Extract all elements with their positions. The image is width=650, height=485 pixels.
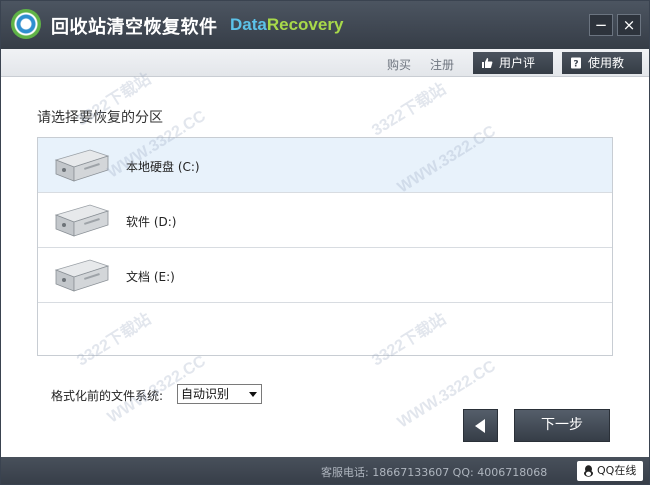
app-title: 回收站清空恢复软件 bbox=[51, 17, 218, 38]
partition-label: 文档 (E:) bbox=[126, 270, 175, 284]
contact-info: 客服电话: 18667133607 QQ: 4006718068 bbox=[321, 466, 548, 479]
watermark: 3322下载站 bbox=[369, 80, 450, 140]
partition-label: 本地硬盘 (C:) bbox=[126, 160, 200, 174]
partition-label: 软件 (D:) bbox=[126, 215, 177, 229]
register-link[interactable]: 注册 bbox=[430, 56, 454, 73]
next-button[interactable]: 下一步 bbox=[514, 409, 610, 442]
qq-online-label: QQ在线 bbox=[597, 464, 637, 477]
filesystem-select[interactable]: 自动识别 bbox=[177, 384, 262, 404]
hard-drive-icon bbox=[54, 259, 110, 292]
help-book-icon: ? bbox=[571, 57, 581, 70]
partition-item-e[interactable]: 文档 (E:) bbox=[38, 248, 612, 303]
partition-item-d[interactable]: 软件 (D:) bbox=[38, 193, 612, 248]
app-window: 回收站清空恢复软件 DataRecovery − × 购买 注册 用户评价 ? … bbox=[0, 0, 650, 485]
thumbs-up-icon bbox=[482, 58, 493, 68]
svg-text:?: ? bbox=[573, 60, 578, 70]
hard-drive-icon bbox=[54, 204, 110, 237]
filesystem-select-value: 自动识别 bbox=[181, 387, 230, 401]
user-review-button[interactable]: 用户评价 bbox=[473, 52, 553, 92]
minimize-button[interactable]: − bbox=[589, 14, 613, 36]
buy-link[interactable]: 购买 bbox=[387, 56, 411, 73]
app-logo-icon bbox=[11, 9, 41, 39]
title-bar[interactable]: 回收站清空恢复软件 DataRecovery − × bbox=[1, 1, 649, 49]
back-button[interactable] bbox=[463, 409, 498, 442]
chevron-down-icon bbox=[249, 392, 257, 397]
user-guide-button[interactable]: ? 使用教程 bbox=[562, 52, 642, 92]
hard-drive-icon bbox=[54, 149, 110, 182]
close-button[interactable]: × bbox=[617, 14, 641, 36]
qq-penguin-icon bbox=[584, 465, 593, 477]
status-bar: 客服电话: 18667133607 QQ: 4006718068 QQ在线 bbox=[1, 457, 649, 484]
partition-list: 本地硬盘 (C:) 软件 (D:) 文档 (E:) bbox=[37, 137, 613, 356]
arrow-left-icon bbox=[475, 419, 485, 433]
toolbar: 购买 注册 用户评价 ? 使用教程 bbox=[1, 49, 649, 92]
user-review-label: 用户评价 bbox=[499, 56, 536, 92]
partition-item-c[interactable]: 本地硬盘 (C:) bbox=[38, 138, 612, 193]
section-title: 请选择要恢复的分区 bbox=[37, 110, 163, 126]
filesystem-label: 格式化前的文件系统: bbox=[51, 389, 164, 403]
qq-online-button[interactable]: QQ在线 bbox=[577, 461, 643, 481]
app-title-en: DataRecovery bbox=[230, 15, 344, 34]
user-guide-label: 使用教程 bbox=[588, 56, 625, 92]
